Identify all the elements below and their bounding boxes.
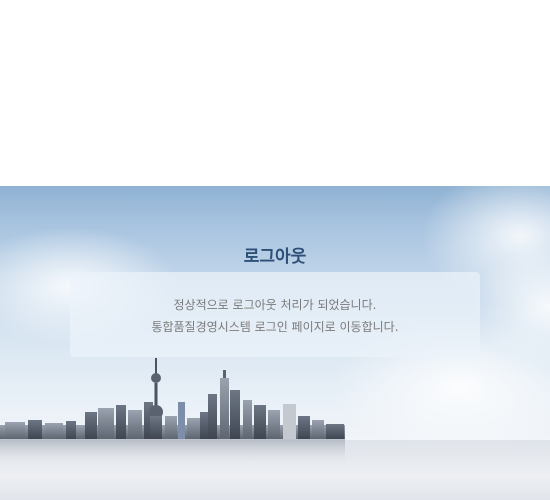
city-skyline-image	[0, 358, 345, 469]
logout-message-box: 정상적으로 로그아웃 처리가 되었습니다. 통합품질경영시스템 로그인 페이지로…	[70, 272, 480, 357]
page-title: 로그아웃	[243, 247, 307, 267]
logout-message-line-2: 통합품질경영시스템 로그인 페이지로 이동합니다.	[151, 320, 399, 334]
logout-page: 로그아웃 정상적으로 로그아웃 처리가 되었습니다. 통합품질경영시스템 로그인…	[0, 0, 550, 500]
blank-header-area	[0, 0, 550, 186]
logout-message-line-1: 정상적으로 로그아웃 처리가 되었습니다.	[173, 298, 377, 312]
